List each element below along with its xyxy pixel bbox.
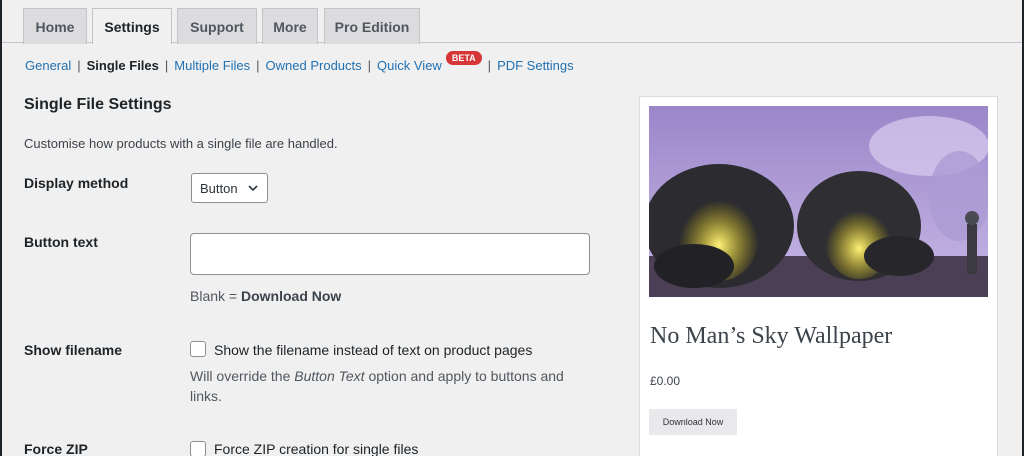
display-method-select[interactable]: Button [191,173,268,203]
subnav-single-files[interactable]: Single Files [87,58,159,73]
tab-home[interactable]: Home [23,8,87,44]
subnav-owned-products[interactable]: Owned Products [266,58,362,73]
subnav-separator: | [256,57,260,73]
product-image [649,106,988,297]
show-filename-checkbox[interactable] [190,341,206,357]
button-text-hint: Blank = Download Now [190,288,342,304]
tab-more[interactable]: More [262,8,318,44]
product-title: No Man’s Sky Wallpaper [650,323,893,349]
subnav-general[interactable]: General [25,58,71,73]
section-title: Single File Settings [24,96,172,113]
display-method-label: Display method [24,175,129,191]
force-zip-label: Force ZIP [24,441,88,456]
force-zip-checkbox[interactable] [190,441,206,456]
chevron-down-icon [247,180,259,199]
subnav-multiple-files[interactable]: Multiple Files [174,58,250,73]
subnav-quick-view[interactable]: Quick View [377,58,442,73]
product-price: £0.00 [650,374,681,388]
subnav-separator: | [164,57,169,73]
product-preview-card: No Man’s Sky Wallpaper £0.00 Download No… [639,96,998,456]
tab-settings[interactable]: Settings [92,8,172,44]
settings-tabs: Home Settings Support More Pro Edition [2,0,1022,44]
show-filename-label: Show filename [24,342,123,358]
subnav-separator: | [77,57,81,73]
subnav-pdf-settings[interactable]: PDF Settings [497,58,574,73]
sub-navigation: General | Single Files | Multiple Files … [25,51,574,73]
force-zip-checkbox-label[interactable]: Force ZIP creation for single files [214,441,418,456]
display-method-value: Button [200,180,238,196]
show-filename-hint: Will override the Button Text option and… [190,368,564,404]
subnav-separator: | [367,57,372,73]
button-text-label: Button text [24,234,98,250]
subnav-separator: | [487,57,492,73]
tab-pro-edition[interactable]: Pro Edition [324,8,420,44]
download-now-button[interactable]: Download Now [649,409,737,435]
section-description: Customise how products with a single fil… [24,136,338,151]
tab-support[interactable]: Support [177,8,257,44]
show-filename-checkbox-label[interactable]: Show the filename instead of text on pro… [214,342,532,358]
button-text-input[interactable] [190,233,590,275]
beta-badge: BETA [445,51,482,65]
